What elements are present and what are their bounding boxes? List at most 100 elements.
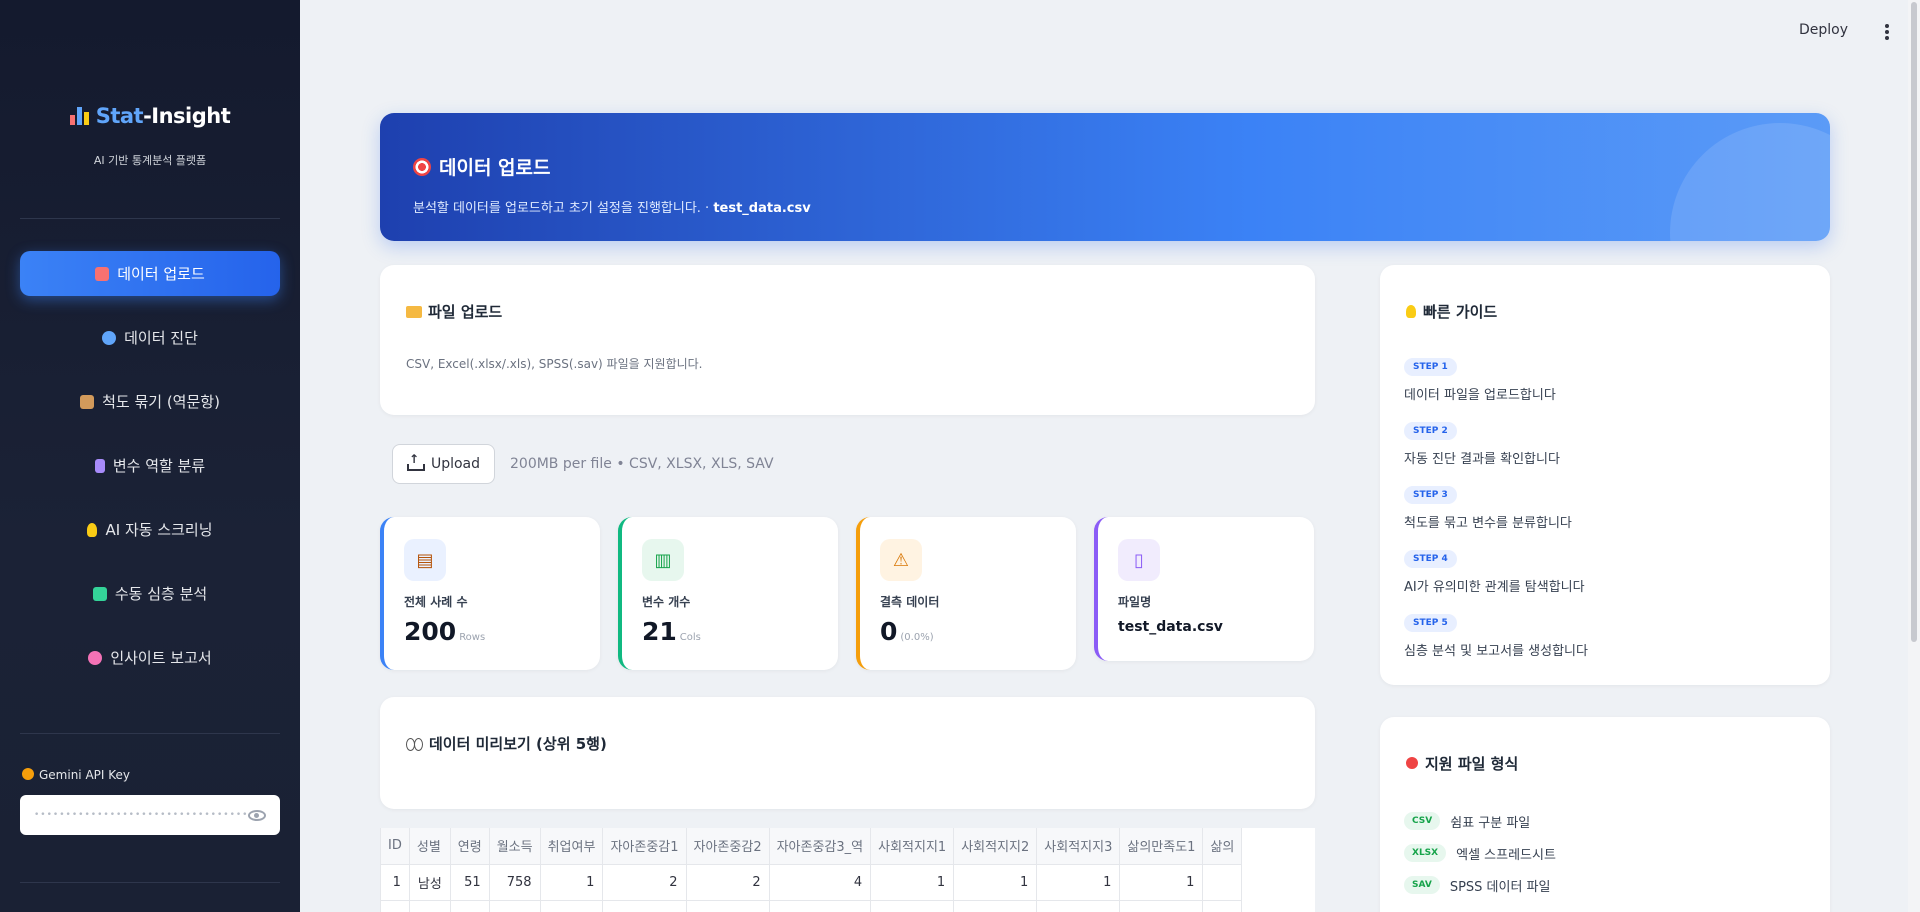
api-key-input[interactable]: •••••••••••••••••••••••••••••••••••••••• — [20, 795, 280, 835]
box-icon — [80, 394, 95, 409]
sidebar-nav: 데이터 업로드 데이터 진단 척도 묶기 (역문항) 변수 역할 분류 AI 자… — [20, 251, 280, 699]
stat-card-rows: ▤ 전체 사례 수 200 Rows — [380, 517, 600, 670]
table-cell: 1 — [540, 864, 604, 901]
nav-item-variable-roles[interactable]: 변수 역할 분류 — [20, 443, 280, 488]
nav-item-insight-report[interactable]: 인사이트 보고서 — [20, 635, 280, 680]
format-tag: SAV — [1404, 876, 1440, 894]
upload-hint: 200MB per file • CSV, XLSX, XLS, SAV — [510, 456, 774, 472]
format-tag: CSV — [1404, 812, 1441, 830]
column-header[interactable]: 자아존중감3_역 — [769, 828, 872, 865]
table-cell: 51 — [450, 864, 490, 901]
format-item: XLSX 엑셀 스프레드시트 — [1404, 837, 1556, 869]
upload-icon — [95, 266, 110, 281]
step-badge: STEP 5 — [1404, 614, 1457, 632]
table-cell: 3 — [1119, 900, 1204, 912]
nav-item-data-diagnosis[interactable]: 데이터 진단 — [20, 315, 280, 360]
page-description: 분석할 데이터를 업로드하고 초기 설정을 진행합니다. · test_data… — [413, 201, 811, 216]
column-header[interactable]: 자아존중감2 — [686, 828, 770, 865]
column-header[interactable]: 자아존중감1 — [602, 828, 687, 865]
card-title: 데이터 미리보기 (상위 5행) — [406, 733, 607, 754]
card-title: 빠른 가이드 — [1406, 301, 1497, 322]
column-header[interactable]: 사회적지지1 — [870, 828, 955, 865]
brain-icon — [88, 650, 103, 665]
deploy-button[interactable]: Deploy — [1799, 22, 1848, 38]
table-cell: 3 — [953, 900, 1038, 912]
stat-value: 21 Cols — [642, 617, 701, 646]
column-header[interactable]: 취업여부 — [540, 828, 604, 865]
table-cell: 1 — [1119, 864, 1204, 901]
table-cell — [1202, 864, 1243, 901]
api-key-label: Gemini API Key — [22, 768, 130, 782]
stat-card-filename: ▯ 파일명 test_data.csv — [1094, 517, 1314, 661]
data-preview-table[interactable]: ID 성별 연령 월소득 취업여부 자아존중감1 자아존중감2 자아존중감3_역 사회적지지1 사… — [380, 828, 1315, 912]
guide-steps: STEP 1 데이터 파일을 업로드합니다 STEP 2 자동 진단 결과를 확인합… — [1404, 354, 1588, 674]
target-icon — [413, 158, 431, 176]
table-cell: 615 — [489, 900, 541, 912]
column-header[interactable]: ID — [381, 828, 410, 865]
magnifier-icon — [102, 330, 117, 345]
nav-item-scale-grouping[interactable]: 척도 묶기 (역문항) — [20, 379, 280, 424]
page-header: 데이터 업로드 분석할 데이터를 업로드하고 초기 설정을 진행합니다. · t… — [380, 113, 1830, 241]
sidebar: Stat-Insight AI 기반 통계분석 플랫폼 데이터 업로드 데이터 … — [0, 0, 300, 912]
clipboard-icon: ▤ — [404, 539, 446, 581]
column-header[interactable]: 월소득 — [489, 828, 541, 865]
table-cell: 1 — [870, 864, 955, 901]
table-cell: 3 — [870, 900, 955, 912]
table-row[interactable]: 2여성5961515513333 — [381, 900, 1243, 912]
column-header[interactable]: 사회적지지2 — [953, 828, 1038, 865]
table-cell: 3 — [1036, 900, 1121, 912]
data-preview-card: 데이터 미리보기 (상위 5행) — [380, 697, 1315, 809]
stat-card-missing: ⚠ 결측 데이터 0 (0.0%) — [856, 517, 1076, 670]
brand-subtitle: AI 기반 통계분석 플랫폼 — [93, 154, 207, 167]
guide-step: STEP 2 자동 진단 결과를 확인합니다 — [1404, 418, 1588, 482]
column-header[interactable]: 삶의만족도1 — [1119, 828, 1204, 865]
main-menu-icon[interactable] — [1885, 24, 1889, 40]
key-icon — [22, 768, 34, 780]
table-cell: 5 — [602, 900, 687, 912]
table-cell: 여성 — [409, 900, 451, 912]
supported-formats-card: 지원 파일 형식 CSV 쉼표 구분 파일 XLSX 엑셀 스프레드시트 SAV SP… — [1380, 717, 1830, 912]
guide-step: STEP 5 심층 분석 및 보고서를 생성합니다 — [1404, 610, 1588, 674]
stat-value: 0 (0.0%) — [880, 617, 934, 646]
divider — [20, 218, 280, 219]
quick-guide-card: 빠른 가이드 STEP 1 데이터 파일을 업로드합니다 STEP 2 자동 진단 … — [1380, 265, 1830, 685]
brand-logo: Stat-Insight — [0, 104, 300, 128]
scrollbar[interactable] — [1908, 0, 1920, 912]
page-title: 데이터 업로드 — [413, 153, 551, 180]
show-password-icon[interactable] — [248, 809, 266, 821]
scrollbar-thumb[interactable] — [1911, 2, 1917, 642]
pin-icon — [1406, 757, 1418, 769]
guide-step: STEP 3 척도를 묶고 변수를 분류합니다 — [1404, 482, 1588, 546]
warning-icon: ⚠ — [880, 539, 922, 581]
phone-icon — [94, 458, 105, 473]
card-description: CSV, Excel(.xlsx/.xls), SPSS(.sav) 파일을 지… — [406, 357, 703, 371]
bulb-icon — [87, 522, 98, 537]
bulb-icon — [1406, 305, 1416, 318]
table-row[interactable]: 1 남성 51 758 1 2 2 4 1 1 1 1 — [381, 864, 1243, 901]
format-item: SAV SPSS 데이터 파일 — [1404, 869, 1556, 901]
eyes-icon — [406, 738, 423, 751]
table-body: 1남성51758122411112여성5961515513333 — [381, 864, 1243, 912]
table-cell: 1 — [381, 864, 410, 901]
card-title: 파일 업로드 — [406, 301, 502, 322]
format-tag: XLSX — [1404, 844, 1447, 862]
upload-button[interactable]: Upload — [392, 444, 495, 484]
format-item: CSV 쉼표 구분 파일 — [1404, 805, 1556, 837]
stat-card-cols: ▥ 변수 개수 21 Cols — [618, 517, 838, 670]
step-badge: STEP 3 — [1404, 486, 1457, 504]
table-cell: 남성 — [409, 864, 451, 901]
guide-step: STEP 4 AI가 유의미한 관계를 탐색합니다 — [1404, 546, 1588, 610]
table-cell: 2 — [686, 864, 770, 901]
column-header[interactable]: 삶의 — [1202, 828, 1243, 865]
bar-chart-icon: ▥ — [642, 539, 684, 581]
table-cell: 1 — [769, 900, 872, 912]
nav-item-data-upload[interactable]: 데이터 업로드 — [20, 251, 280, 296]
column-header[interactable]: 연령 — [450, 828, 490, 865]
nav-item-manual-analysis[interactable]: 수동 심층 분석 — [20, 571, 280, 616]
table-cell — [1202, 900, 1243, 912]
column-header[interactable]: 성별 — [409, 828, 451, 865]
column-header[interactable]: 사회적지지3 — [1036, 828, 1121, 865]
table-cell: 59 — [450, 900, 490, 912]
nav-item-ai-screening[interactable]: AI 자동 스크리닝 — [20, 507, 280, 552]
table-cell: 5 — [686, 900, 770, 912]
